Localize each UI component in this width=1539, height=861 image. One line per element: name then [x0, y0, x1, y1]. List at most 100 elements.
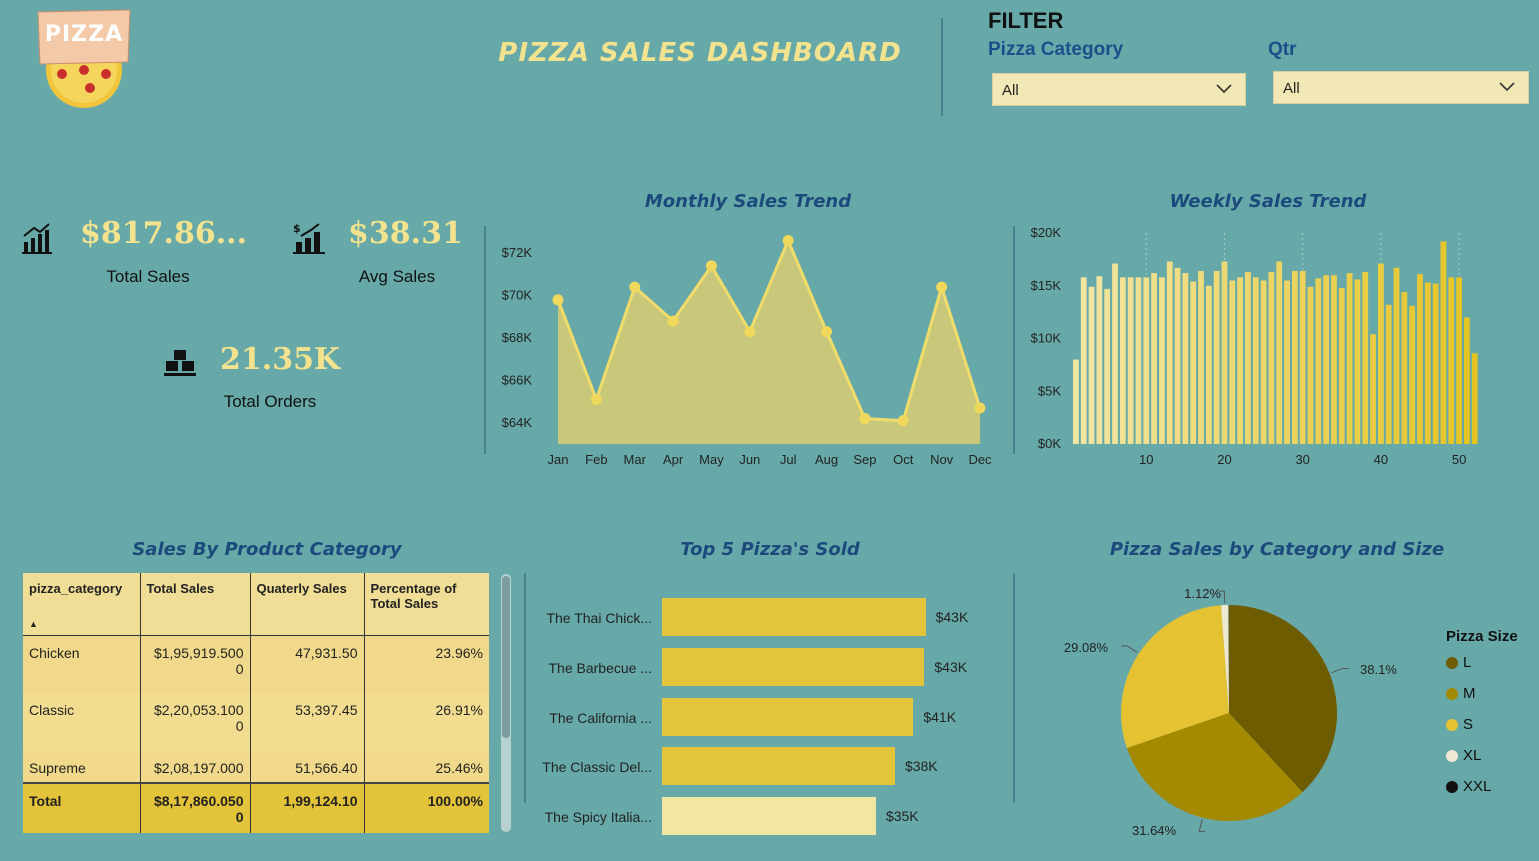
weekly-bar[interactable] [1284, 280, 1290, 444]
qtr-dropdown[interactable]: All [1273, 71, 1529, 104]
data-point[interactable] [821, 326, 833, 338]
weekly-bar[interactable] [1315, 278, 1322, 444]
divider-pie [1013, 573, 1015, 803]
legend-item[interactable]: L [1446, 647, 1536, 678]
weekly-bar[interactable] [1377, 263, 1384, 444]
weekly-bar[interactable] [1198, 270, 1204, 444]
top5-bar[interactable] [662, 747, 895, 786]
weekly-bar[interactable] [1213, 270, 1220, 444]
data-point[interactable] [744, 326, 756, 338]
data-point[interactable] [705, 260, 717, 272]
weekly-bar[interactable] [1229, 280, 1236, 444]
weekly-bar[interactable] [1393, 267, 1400, 444]
weekly-bar[interactable] [1401, 292, 1408, 444]
data-point[interactable] [552, 294, 564, 306]
weekly-bar[interactable] [1424, 282, 1431, 444]
weekly-bar[interactable] [1362, 272, 1369, 444]
legend-item[interactable]: XL [1446, 740, 1536, 771]
weekly-bar[interactable] [1338, 287, 1345, 444]
weekly-bar[interactable] [1260, 280, 1267, 444]
y-tick-label: $66K [502, 372, 533, 387]
weekly-bar[interactable] [1299, 270, 1306, 444]
weekly-bar[interactable] [1291, 270, 1298, 444]
col-header-category[interactable]: pizza_category ▲ [23, 573, 141, 636]
weekly-bar[interactable] [1409, 305, 1416, 444]
weekly-bar[interactable] [1151, 273, 1157, 444]
weekly-bar[interactable] [1385, 304, 1392, 444]
weekly-bar[interactable] [1268, 272, 1275, 444]
cell-percentage: 26.91% [364, 693, 489, 751]
total-orders-label: Total Orders [223, 392, 317, 411]
col-header-quarterly-sales[interactable]: Quaterly Sales [250, 573, 365, 636]
data-point[interactable] [629, 281, 641, 293]
col-header-total-sales[interactable]: Total Sales [140, 573, 251, 636]
total-sales-value: $817.86... [80, 216, 248, 251]
pie-legend: Pizza Size L M S XL XXL [1446, 628, 1536, 802]
top5-bar[interactable] [662, 797, 876, 836]
weekly-bar[interactable] [1237, 277, 1244, 444]
table-scrollbar[interactable] [501, 574, 511, 832]
weekly-bar[interactable] [1221, 261, 1228, 444]
x-tick-label: Oct [893, 452, 914, 467]
data-point[interactable] [897, 415, 909, 427]
data-point[interactable] [667, 315, 679, 327]
weekly-bar[interactable] [1174, 267, 1181, 444]
x-tick-label: Jan [548, 452, 569, 467]
weekly-bar[interactable] [1159, 277, 1165, 444]
legend-item[interactable]: S [1446, 709, 1536, 740]
x-tick-label: Sep [853, 452, 876, 467]
y-tick-label: $0K [1038, 436, 1061, 451]
weekly-bar[interactable] [1252, 277, 1259, 444]
weekly-bar[interactable] [1205, 285, 1212, 444]
weekly-bar[interactable] [1346, 273, 1353, 444]
weekly-bar[interactable] [1417, 274, 1423, 444]
weekly-bar[interactable] [1323, 275, 1330, 444]
weekly-bar[interactable] [1331, 275, 1337, 444]
weekly-bar[interactable] [1245, 272, 1251, 444]
data-point[interactable] [782, 234, 794, 246]
weekly-bar[interactable] [1135, 277, 1142, 444]
weekly-bar[interactable] [1182, 273, 1189, 444]
weekly-bar[interactable] [1190, 281, 1197, 444]
weekly-bar[interactable] [1096, 276, 1103, 444]
weekly-bar[interactable] [1440, 241, 1447, 444]
weekly-bar[interactable] [1104, 288, 1111, 444]
weekly-bar[interactable] [1464, 317, 1470, 444]
weekly-bar[interactable] [1307, 286, 1314, 444]
weekly-bar[interactable] [1448, 277, 1455, 444]
top5-bar[interactable] [662, 697, 914, 736]
weekly-bar[interactable] [1354, 279, 1361, 444]
table-scrollbar-thumb[interactable] [502, 576, 510, 738]
legend-item[interactable]: M [1446, 678, 1536, 709]
weekly-bar[interactable] [1119, 277, 1126, 444]
weekly-bar[interactable] [1073, 359, 1079, 444]
pizza-category-dropdown[interactable]: All [992, 73, 1246, 106]
weekly-bar[interactable] [1088, 286, 1095, 444]
weekly-bar[interactable] [1112, 263, 1118, 444]
col-header-percentage[interactable]: Percentage of Total Sales [364, 573, 489, 636]
table-row[interactable]: Chicken $1,95,919.5000 47,931.50 23.96% [23, 635, 489, 693]
table-row[interactable]: Supreme $2,08,197.000 51,566.40 25.46% [23, 751, 489, 783]
weekly-bar[interactable] [1471, 353, 1478, 444]
data-point[interactable] [936, 281, 948, 293]
legend-item[interactable]: XXL [1446, 771, 1536, 802]
weekly-bar[interactable] [1370, 334, 1376, 444]
cell-quarterly-sales: 47,931.50 [250, 635, 365, 693]
weekly-bar[interactable] [1276, 261, 1283, 444]
weekly-bar[interactable] [1432, 283, 1439, 444]
weekly-bar[interactable] [1127, 277, 1134, 444]
cell-percentage: 23.96% [364, 635, 489, 693]
data-point[interactable] [859, 413, 871, 425]
weekly-bar[interactable] [1456, 277, 1462, 444]
y-tick-label: $20K [1031, 225, 1062, 240]
data-point[interactable] [974, 402, 986, 414]
top5-bar[interactable] [662, 647, 925, 686]
dollar-growth-icon: $ [293, 222, 325, 254]
weekly-bar[interactable] [1080, 277, 1087, 444]
bar-category-label: The Classic Del... [542, 759, 652, 776]
weekly-bar[interactable] [1166, 261, 1173, 444]
data-point[interactable] [590, 393, 602, 405]
top5-bar[interactable] [662, 598, 926, 636]
weekly-bar[interactable] [1143, 277, 1150, 444]
table-row[interactable]: Classic $2,20,053.1000 53,397.45 26.91% [23, 693, 489, 751]
